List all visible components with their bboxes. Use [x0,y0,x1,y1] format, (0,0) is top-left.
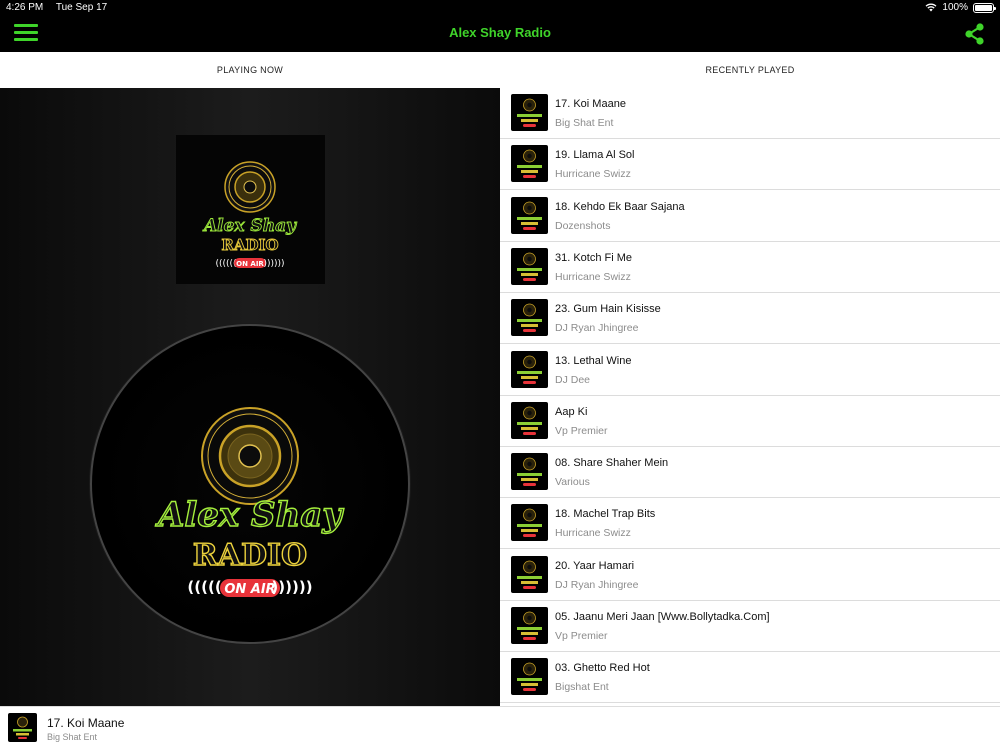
track-artwork [511,607,548,644]
track-row[interactable]: 19. Llama Al Sol Hurricane Swizz [500,139,1000,191]
logo-small-badge: ON AIR [236,260,264,268]
track-row[interactable]: 31. Kotch Fi Me Hurricane Swizz [500,242,1000,293]
track-artwork [511,555,548,593]
track-title: 03. Ghetto Red Hot [555,662,650,675]
nav-bar: Alex Shay Radio [0,15,1000,52]
track-artwork [511,299,548,337]
track-row[interactable]: 18. Kehdo Ek Baar Sajana Dozenshots [500,191,1000,242]
tab-recently-played[interactable]: RECENTLY PLAYED [500,52,1000,88]
track-title: 31. Kotch Fi Me [555,251,633,264]
track-row[interactable]: 05. Jaanu Meri Jaan [Www.Bollytadka.Com]… [500,601,1000,652]
track-row[interactable]: 13. Lethal Wine DJ Dee [500,345,1000,396]
track-artist: Hurricane Swizz [555,527,631,540]
track-artwork [511,350,548,388]
svg-text:)))))): )))))) [263,259,284,269]
mini-player[interactable]: 17. Koi Maane Big Shat Ent [0,706,1000,750]
track-title: 20. Yaar Hamari [555,559,635,572]
track-artwork [511,401,548,439]
status-bar: 4:26 PM Tue Sep 17 100% [0,0,1000,15]
track-row[interactable]: 18. Machel Trap Bits Hurricane Swizz [500,498,1000,550]
wifi-icon [925,3,937,12]
track-artwork [511,504,548,542]
track-artist: Hurricane Swizz [555,270,631,283]
track-artist: DJ Ryan Jhingree [555,322,639,335]
track-artist: Hurricane Swizz [555,168,631,181]
track-artwork [511,453,548,491]
status-right: 100% [925,2,996,13]
track-artwork [511,145,548,183]
track-artist: Vp Premier [555,630,608,642]
track-title: 08. Share Shaher Mein [555,457,669,470]
track-title: Aap Ki [555,405,588,418]
track-title: 18. Kehdo Ek Baar Sajana [555,200,685,213]
logo-disc-badge: ON AIR [224,582,275,597]
station-logo-small: Alex Shay RADIO (((((( ON AIR )))))) [176,135,325,284]
battery-icon [973,2,996,13]
track-artist: Bigshat Ent [555,681,609,694]
track-artist: DJ Ryan Jhingree [555,578,639,591]
battery-percent: 100% [942,2,968,13]
track-artwork [511,658,548,696]
track-row[interactable]: 08. Share Shaher Mein Various [500,447,1000,499]
mini-player-artist: Big Shat Ent [47,732,98,742]
track-row[interactable]: 23. Gum Hain Kisisse DJ Ryan Jhingree [500,293,1000,345]
logo-small-line1: Alex Shay [202,216,297,236]
track-artwork [511,94,548,131]
track-artist: Big Shat Ent [555,117,614,129]
station-logo-disc: Alex Shay RADIO (((((( ON AIR )))))) [90,324,410,644]
track-row[interactable]: 03. Ghetto Red Hot Bigshat Ent [500,652,1000,704]
track-artist: Vp Premier [555,424,608,437]
logo-disc-line1: Alex Shay [155,495,344,535]
status-date: Tue Sep 17 [55,2,108,13]
track-artist: DJ Dee [555,373,591,386]
svg-text:((((((: (((((( [215,259,236,269]
track-title: 13. Lethal Wine [555,354,632,367]
track-title: 23. Gum Hain Kisisse [555,303,661,316]
track-title: 17. Koi Maane [555,98,626,110]
status-time: 4:26 PM [6,2,44,13]
track-title: 18. Machel Trap Bits [555,508,656,521]
track-title: 05. Jaanu Meri Jaan [Www.Bollytadka.Com] [555,611,770,623]
track-row[interactable]: 17. Koi Maane Big Shat Ent [500,88,1000,139]
logo-disc-line2: RADIO [193,538,307,573]
app-title: Alex Shay Radio [449,25,551,40]
track-artwork [511,247,548,285]
svg-text:)))))): )))))) [271,578,312,596]
track-row[interactable]: Aap Ki Vp Premier [500,396,1000,447]
mini-player-artwork [8,713,37,742]
track-artist: Dozenshots [555,219,611,232]
logo-small-line2: RADIO [221,236,278,254]
status-left: 4:26 PM Tue Sep 17 [6,2,117,13]
track-row[interactable]: 20. Yaar Hamari DJ Ryan Jhingree [500,550,1000,601]
tab-bar: PLAYING NOW RECENTLY PLAYED [0,52,1000,88]
track-title: 19. Llama Al Sol [555,149,635,162]
track-artist: Various [555,476,590,489]
recently-played-list: 17. Koi Maane Big Shat Ent 19. Llama Al So… [500,88,1000,706]
playing-now-panel: Alex Shay RADIO (((((( ON AIR )))))) Ale… [0,88,500,706]
mini-player-title: 17. Koi Maane [47,716,125,730]
track-artwork [511,196,548,234]
tab-playing-now[interactable]: PLAYING NOW [0,52,500,88]
share-icon[interactable] [964,23,986,45]
